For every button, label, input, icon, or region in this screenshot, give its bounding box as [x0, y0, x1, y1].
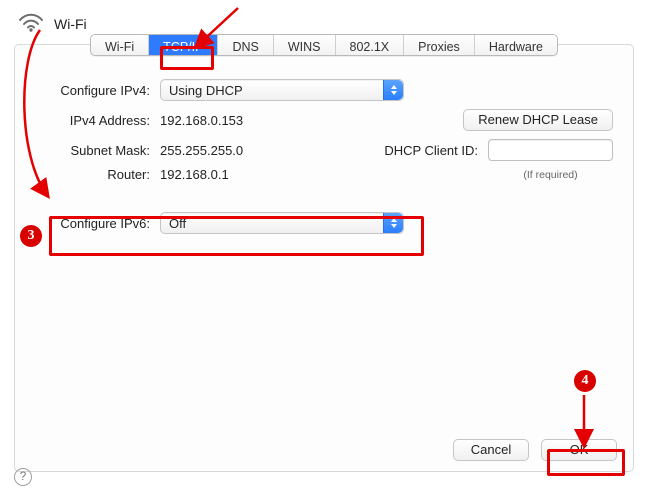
configure-ipv6-select[interactable]: Off: [160, 212, 404, 234]
annotation-step-3: 3: [20, 225, 42, 247]
dhcp-clientid-hint: (If required): [488, 169, 613, 181]
ipv4-address-label: IPv4 Address:: [35, 113, 150, 128]
updown-icon: [383, 80, 403, 100]
ok-button[interactable]: OK: [541, 439, 617, 461]
tabs: Wi-Fi TCP/IP DNS WINS 802.1X Proxies Har…: [90, 34, 558, 56]
window-title: Wi-Fi: [54, 16, 87, 32]
tabs-container: Wi-Fi TCP/IP DNS WINS 802.1X Proxies Har…: [15, 34, 633, 56]
configure-ipv4-label: Configure IPv4:: [35, 83, 150, 98]
configure-ipv4-value: Using DHCP: [169, 83, 243, 98]
configure-ipv6-label: Configure IPv6:: [35, 216, 150, 231]
router-label: Router:: [35, 167, 150, 182]
renew-dhcp-button[interactable]: Renew DHCP Lease: [463, 109, 613, 131]
tab-wifi[interactable]: Wi-Fi: [91, 35, 149, 55]
help-button[interactable]: ?: [14, 468, 32, 486]
dhcp-clientid-input[interactable]: [488, 139, 613, 161]
tab-proxies[interactable]: Proxies: [404, 35, 475, 55]
configure-ipv6-value: Off: [169, 216, 186, 231]
subnet-mask-value: 255.255.255.0: [160, 143, 310, 158]
tab-tcpip[interactable]: TCP/IP: [149, 35, 218, 55]
subnet-mask-label: Subnet Mask:: [35, 143, 150, 158]
router-value: 192.168.0.1: [160, 167, 229, 182]
tab-hardware[interactable]: Hardware: [475, 35, 557, 55]
tab-dns[interactable]: DNS: [218, 35, 273, 55]
annotation-step-4: 4: [574, 370, 596, 392]
wifi-icon: [18, 12, 44, 35]
updown-icon: [383, 213, 403, 233]
cancel-button[interactable]: Cancel: [453, 439, 529, 461]
ipv4-address-value: 192.168.0.153: [160, 113, 404, 128]
dhcp-clientid-label: DHCP Client ID:: [384, 143, 478, 158]
tab-wins[interactable]: WINS: [274, 35, 336, 55]
tab-8021x[interactable]: 802.1X: [336, 35, 405, 55]
configure-ipv4-select[interactable]: Using DHCP: [160, 79, 404, 101]
settings-panel: Wi-Fi TCP/IP DNS WINS 802.1X Proxies Har…: [14, 44, 634, 472]
